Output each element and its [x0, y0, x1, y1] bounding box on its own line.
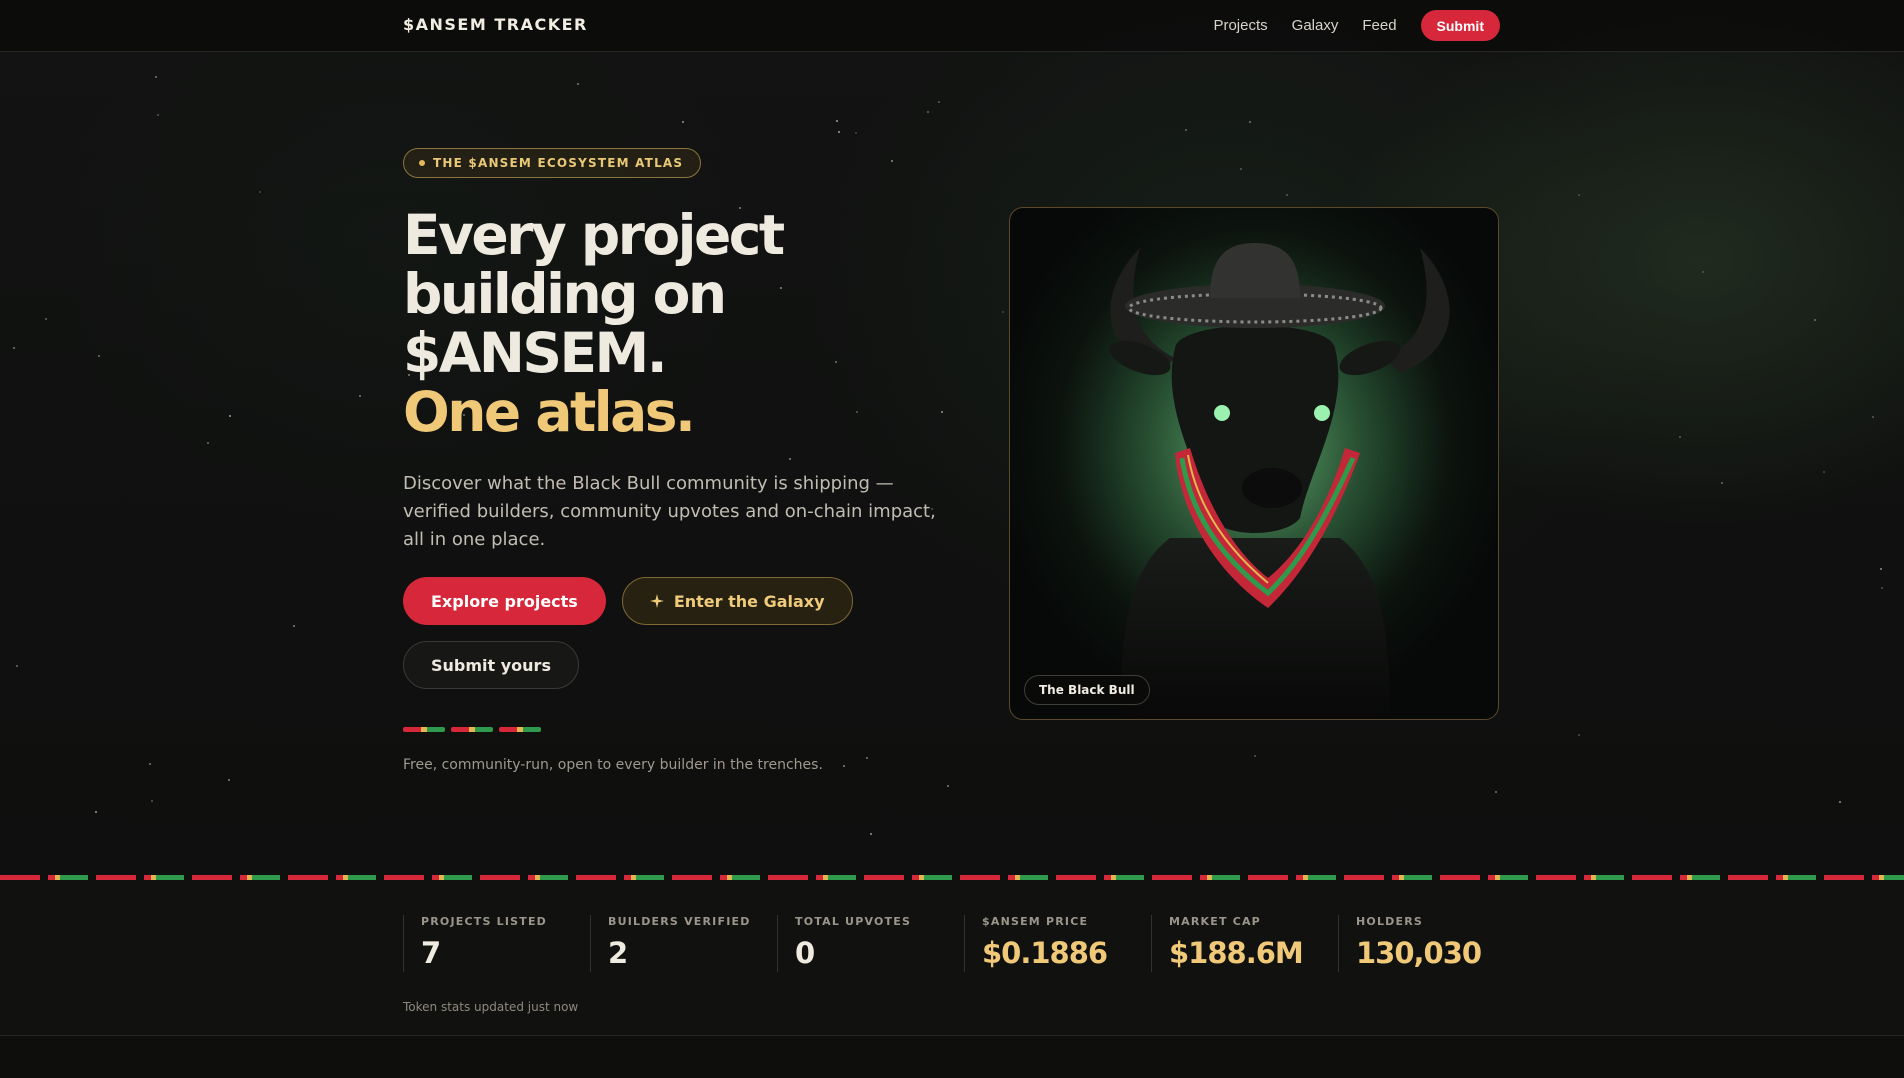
star [229, 415, 231, 417]
star [836, 120, 838, 122]
explore-projects-button[interactable]: Explore projects [403, 577, 606, 625]
stat-label: BUILDERS VERIFIED [608, 915, 751, 928]
stat-value: 7 [421, 936, 441, 970]
stats-updated-note: Token stats updated just now [403, 1000, 579, 1014]
star [1881, 587, 1883, 589]
stat-value: $0.1886 [982, 936, 1108, 970]
black-bull-image [1010, 208, 1498, 719]
star [938, 101, 940, 103]
star [870, 833, 872, 835]
star [1823, 471, 1825, 473]
stat-holders: HOLDERS 130,030 [1338, 915, 1525, 972]
cta-row: Explore projects Enter the Galaxy [403, 577, 963, 625]
star [947, 785, 949, 787]
stat-value: 2 [608, 936, 628, 970]
stat-value: 130,030 [1356, 936, 1482, 970]
headline-line-3: $ANSEM. [403, 321, 668, 385]
nav-link-galaxy[interactable]: Galaxy [1292, 17, 1339, 34]
star [359, 395, 361, 397]
eyebrow-badge: THE $ANSEM ECOSYSTEM ATLAS [403, 148, 702, 178]
stat-market-cap: MARKET CAP $188.6M [1151, 915, 1338, 972]
flag-stripes [403, 727, 963, 732]
star [1880, 568, 1882, 570]
stat-builders-verified: BUILDERS VERIFIED 2 [590, 915, 777, 972]
stat-projects-listed: PROJECTS LISTED 7 [403, 915, 590, 972]
stat-label: HOLDERS [1356, 915, 1424, 928]
star [1679, 436, 1681, 438]
star [149, 763, 151, 765]
nav-link-projects[interactable]: Projects [1213, 17, 1267, 34]
enter-galaxy-button[interactable]: Enter the Galaxy [621, 577, 853, 625]
star [1286, 194, 1288, 196]
dot-icon [419, 160, 425, 166]
star [682, 121, 684, 123]
stat-label: $ANSEM PRICE [982, 915, 1089, 928]
nav-links: Projects Galaxy Feed Submit [1213, 10, 1500, 41]
star [259, 191, 261, 193]
stat-label: TOTAL UPVOTES [795, 915, 912, 928]
stat-ansem-price: $ANSEM PRICE $0.1886 [964, 915, 1151, 972]
page-title: Every project building on $ANSEM. One at… [403, 206, 963, 442]
nav-link-feed[interactable]: Feed [1362, 17, 1396, 34]
star [293, 625, 295, 627]
star [13, 347, 15, 349]
sparkle-icon [649, 594, 664, 608]
stripe [451, 727, 493, 732]
submit-yours-label: Submit yours [431, 655, 551, 675]
top-nav: $ANSEM TRACKER Projects Galaxy Feed Subm… [0, 0, 1904, 52]
star [1872, 416, 1874, 418]
star [1249, 121, 1251, 123]
star [16, 665, 18, 667]
star [1240, 168, 1242, 170]
eyebrow-text: THE $ANSEM ECOSYSTEM ATLAS [433, 156, 684, 170]
stats-section: PROJECTS LISTED 7 BUILDERS VERIFIED 2 TO… [0, 880, 1904, 1036]
star [228, 779, 230, 781]
star [157, 114, 159, 116]
star [927, 111, 929, 113]
fine-print: Free, community-run, open to every build… [403, 757, 823, 773]
image-caption: The Black Bull [1024, 675, 1150, 705]
hero-description: Discover what the Black Bull community i… [403, 473, 936, 550]
star [1839, 801, 1841, 803]
star [95, 811, 97, 813]
star [98, 355, 100, 357]
stripe [499, 727, 541, 732]
star [155, 76, 157, 78]
stat-value: $188.6M [1169, 936, 1304, 970]
star [1578, 194, 1580, 196]
stats-row: PROJECTS LISTED 7 BUILDERS VERIFIED 2 TO… [403, 915, 1525, 972]
stat-total-upvotes: TOTAL UPVOTES 0 [777, 915, 964, 972]
star [207, 442, 209, 444]
star [1721, 482, 1723, 484]
brand-logo[interactable]: $ANSEM TRACKER [403, 15, 588, 34]
enter-galaxy-label: Enter the Galaxy [673, 591, 825, 611]
headline-line-1: Every project [403, 203, 785, 267]
star [1002, 311, 1004, 313]
star [577, 83, 579, 85]
star [1578, 734, 1580, 736]
star [1185, 129, 1187, 131]
star [1495, 791, 1497, 793]
submit-yours-button[interactable]: Submit yours [403, 641, 579, 689]
star [1254, 755, 1256, 757]
stat-label: PROJECTS LISTED [421, 915, 547, 928]
star [855, 132, 857, 134]
headline-line-2: building on [403, 262, 727, 326]
hero: THE $ANSEM ECOSYSTEM ATLAS Every project… [403, 148, 963, 773]
nav-submit-button[interactable]: Submit [1420, 10, 1500, 41]
star [151, 800, 153, 802]
star [45, 318, 47, 320]
star [1702, 271, 1704, 273]
stripe [403, 727, 445, 732]
star [838, 131, 840, 133]
headline-accent: One atlas. [403, 380, 696, 444]
hero-image-card: The Black Bull [1009, 207, 1499, 720]
star [1814, 319, 1816, 321]
stat-label: MARKET CAP [1169, 915, 1261, 928]
stat-value: 0 [795, 936, 815, 970]
explore-projects-label: Explore projects [431, 591, 578, 611]
